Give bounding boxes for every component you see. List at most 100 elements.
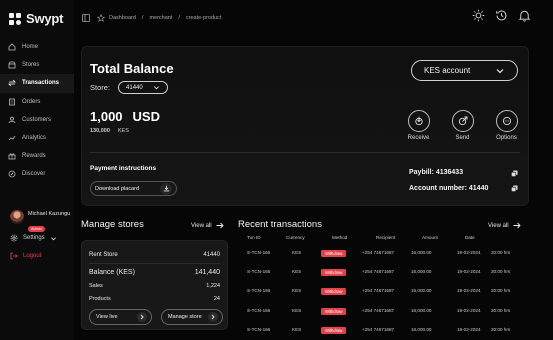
txn-time: 20:00 hrs bbox=[491, 250, 511, 255]
sidebar-item-label: Customers bbox=[22, 116, 52, 123]
bell-icon[interactable] bbox=[518, 9, 531, 22]
txn-date: 19-02-2024 bbox=[457, 269, 481, 275]
table-row[interactable]: S-TCN-166 KES Withdraw +254 74671687 16,… bbox=[238, 281, 530, 300]
sidebar-item-label: Analytics bbox=[22, 135, 47, 142]
transactions-view-all[interactable]: View all bbox=[488, 222, 521, 229]
paybill-number: Paybill: 4136433 bbox=[409, 169, 464, 176]
copy-icon[interactable] bbox=[511, 170, 518, 177]
manage-stores-view-all[interactable]: View all bbox=[191, 222, 224, 229]
store-selector-row: Store: 41440 bbox=[90, 81, 168, 94]
view-all-label: View all bbox=[488, 222, 509, 229]
arrow-right-icon bbox=[216, 222, 224, 229]
store-icon bbox=[8, 61, 16, 69]
table-row[interactable]: S-TCN-166 KES Withdraw +254 74671687 16,… bbox=[238, 243, 530, 262]
txn-method-badge: Withdraw bbox=[321, 269, 347, 277]
user-profile[interactable]: Michael Kazungu Admin bbox=[10, 210, 70, 235]
download-placard-button[interactable]: Download placard bbox=[90, 181, 177, 196]
txn-recipient: +254 74671687 bbox=[362, 288, 395, 294]
download-placard-label: Download placard bbox=[95, 185, 140, 192]
star-icon[interactable] bbox=[97, 14, 105, 22]
user-name: Michael Kazungu bbox=[28, 211, 71, 217]
table-row[interactable]: S-TCN-166 KES Withdraw +254 74671687 16,… bbox=[238, 301, 530, 320]
account-select[interactable]: KES account bbox=[411, 60, 518, 81]
txn-currency: KES bbox=[292, 288, 302, 294]
settings-menu[interactable]: Settings bbox=[10, 234, 57, 242]
view-live-label: View live bbox=[96, 314, 118, 320]
sidebar-item-label: Discover bbox=[22, 171, 46, 178]
logout-label: Logout bbox=[23, 253, 42, 259]
store-balance-row: Balance (KES) 141,440 bbox=[89, 269, 220, 276]
sidebar-item-rewards[interactable]: Rewards bbox=[0, 147, 74, 165]
breadcrumb-separator: / bbox=[178, 15, 180, 21]
receive-button[interactable]: Receive bbox=[406, 110, 431, 141]
txn-id: S-TCN-166 bbox=[247, 326, 271, 332]
balance-title: Total Balance bbox=[90, 61, 174, 76]
transactions-icon bbox=[8, 80, 16, 87]
store-products-label: Products bbox=[89, 296, 111, 302]
balance-amount: 1,000 USD bbox=[90, 109, 160, 124]
receive-label: Receive bbox=[407, 135, 430, 141]
avatar bbox=[10, 210, 24, 224]
copy-icon[interactable] bbox=[511, 185, 518, 192]
store-select[interactable]: 41440 bbox=[118, 81, 168, 94]
manage-store-button[interactable]: Manage store bbox=[161, 309, 223, 325]
sidebar-item-stores[interactable]: Stores bbox=[0, 56, 74, 74]
breadcrumb-create-product[interactable]: create-product bbox=[186, 15, 221, 21]
logout-button[interactable]: Logout bbox=[10, 252, 41, 260]
send-icon bbox=[458, 116, 467, 126]
options-button[interactable]: Options bbox=[494, 110, 519, 141]
balance-actions: Receive Send Options bbox=[406, 110, 519, 141]
txn-id: S-TCN-166 bbox=[247, 250, 271, 255]
receive-icon bbox=[414, 116, 423, 126]
rewards-icon bbox=[8, 153, 16, 160]
sub-amount-value: 130,000 bbox=[90, 128, 110, 134]
sidebar-item-orders[interactable]: Orders bbox=[0, 93, 74, 111]
chevron-down-icon bbox=[496, 68, 504, 73]
gear-icon bbox=[10, 234, 18, 242]
store-balance-value: 141,440 bbox=[194, 269, 220, 276]
analytics-icon bbox=[8, 135, 16, 141]
sidebar-item-label: Stores bbox=[22, 62, 40, 69]
breadcrumb-merchant[interactable]: merchant bbox=[149, 15, 172, 21]
column-header: Currency bbox=[286, 235, 305, 240]
column-header: Txn ID bbox=[247, 235, 261, 240]
sidebar-item-home[interactable]: Home bbox=[0, 38, 74, 56]
customers-icon bbox=[8, 116, 16, 123]
sidebar-item-analytics[interactable]: Analytics bbox=[0, 129, 74, 147]
history-icon[interactable] bbox=[495, 9, 508, 22]
account-number: Account number: 41440 bbox=[409, 185, 489, 192]
column-header: Recipient bbox=[376, 235, 396, 240]
swypt-logo-icon bbox=[9, 12, 21, 25]
view-live-button[interactable]: View live bbox=[89, 309, 152, 325]
column-header: Amount bbox=[422, 235, 438, 240]
txn-time: 20:00 hrs bbox=[491, 326, 511, 332]
txn-amount: 16,000.00 bbox=[411, 250, 432, 255]
sidebar: Swypt Home Stores Transactions Orders Cu… bbox=[0, 0, 74, 340]
top-actions bbox=[472, 9, 531, 22]
txn-recipient: +254 74671687 bbox=[362, 307, 395, 313]
download-icon bbox=[163, 185, 169, 192]
txn-amount: 16,000.00 bbox=[411, 288, 432, 294]
sidebar-item-transactions[interactable]: Transactions bbox=[0, 74, 74, 93]
table-row[interactable]: S-TCN-166 KES Withdraw +254 74671687 16,… bbox=[238, 262, 530, 281]
column-header: Date bbox=[465, 235, 475, 240]
role-badge: Admin bbox=[28, 226, 45, 232]
balance-card: Total Balance Store: 41440 KES account 1… bbox=[81, 46, 529, 206]
txn-currency: KES bbox=[292, 307, 302, 313]
table-row[interactable]: S-TCN-166 KES Withdraw +254 74671687 16,… bbox=[238, 320, 530, 339]
options-icon bbox=[502, 116, 511, 126]
app-logo[interactable]: Swypt bbox=[8, 11, 63, 26]
txn-method-badge: Withdraw bbox=[321, 307, 347, 315]
sidebar-item-discover[interactable]: Discover bbox=[0, 165, 74, 183]
txn-currency: KES bbox=[292, 269, 302, 275]
store-sales-row: Sales 1,224 bbox=[89, 283, 220, 289]
sun-icon[interactable] bbox=[472, 9, 485, 22]
send-button[interactable]: Send bbox=[450, 110, 475, 141]
breadcrumb-dashboard[interactable]: Dashboard bbox=[109, 15, 136, 21]
sidebar-toggle-icon[interactable] bbox=[82, 14, 90, 22]
txn-id: S-TCN-166 bbox=[247, 307, 271, 313]
sidebar-item-customers[interactable]: Customers bbox=[0, 111, 74, 129]
store-sales-label: Sales bbox=[89, 283, 103, 289]
sidebar-item-label: Home bbox=[22, 44, 39, 51]
txn-method-badge: Withdraw bbox=[321, 288, 347, 296]
